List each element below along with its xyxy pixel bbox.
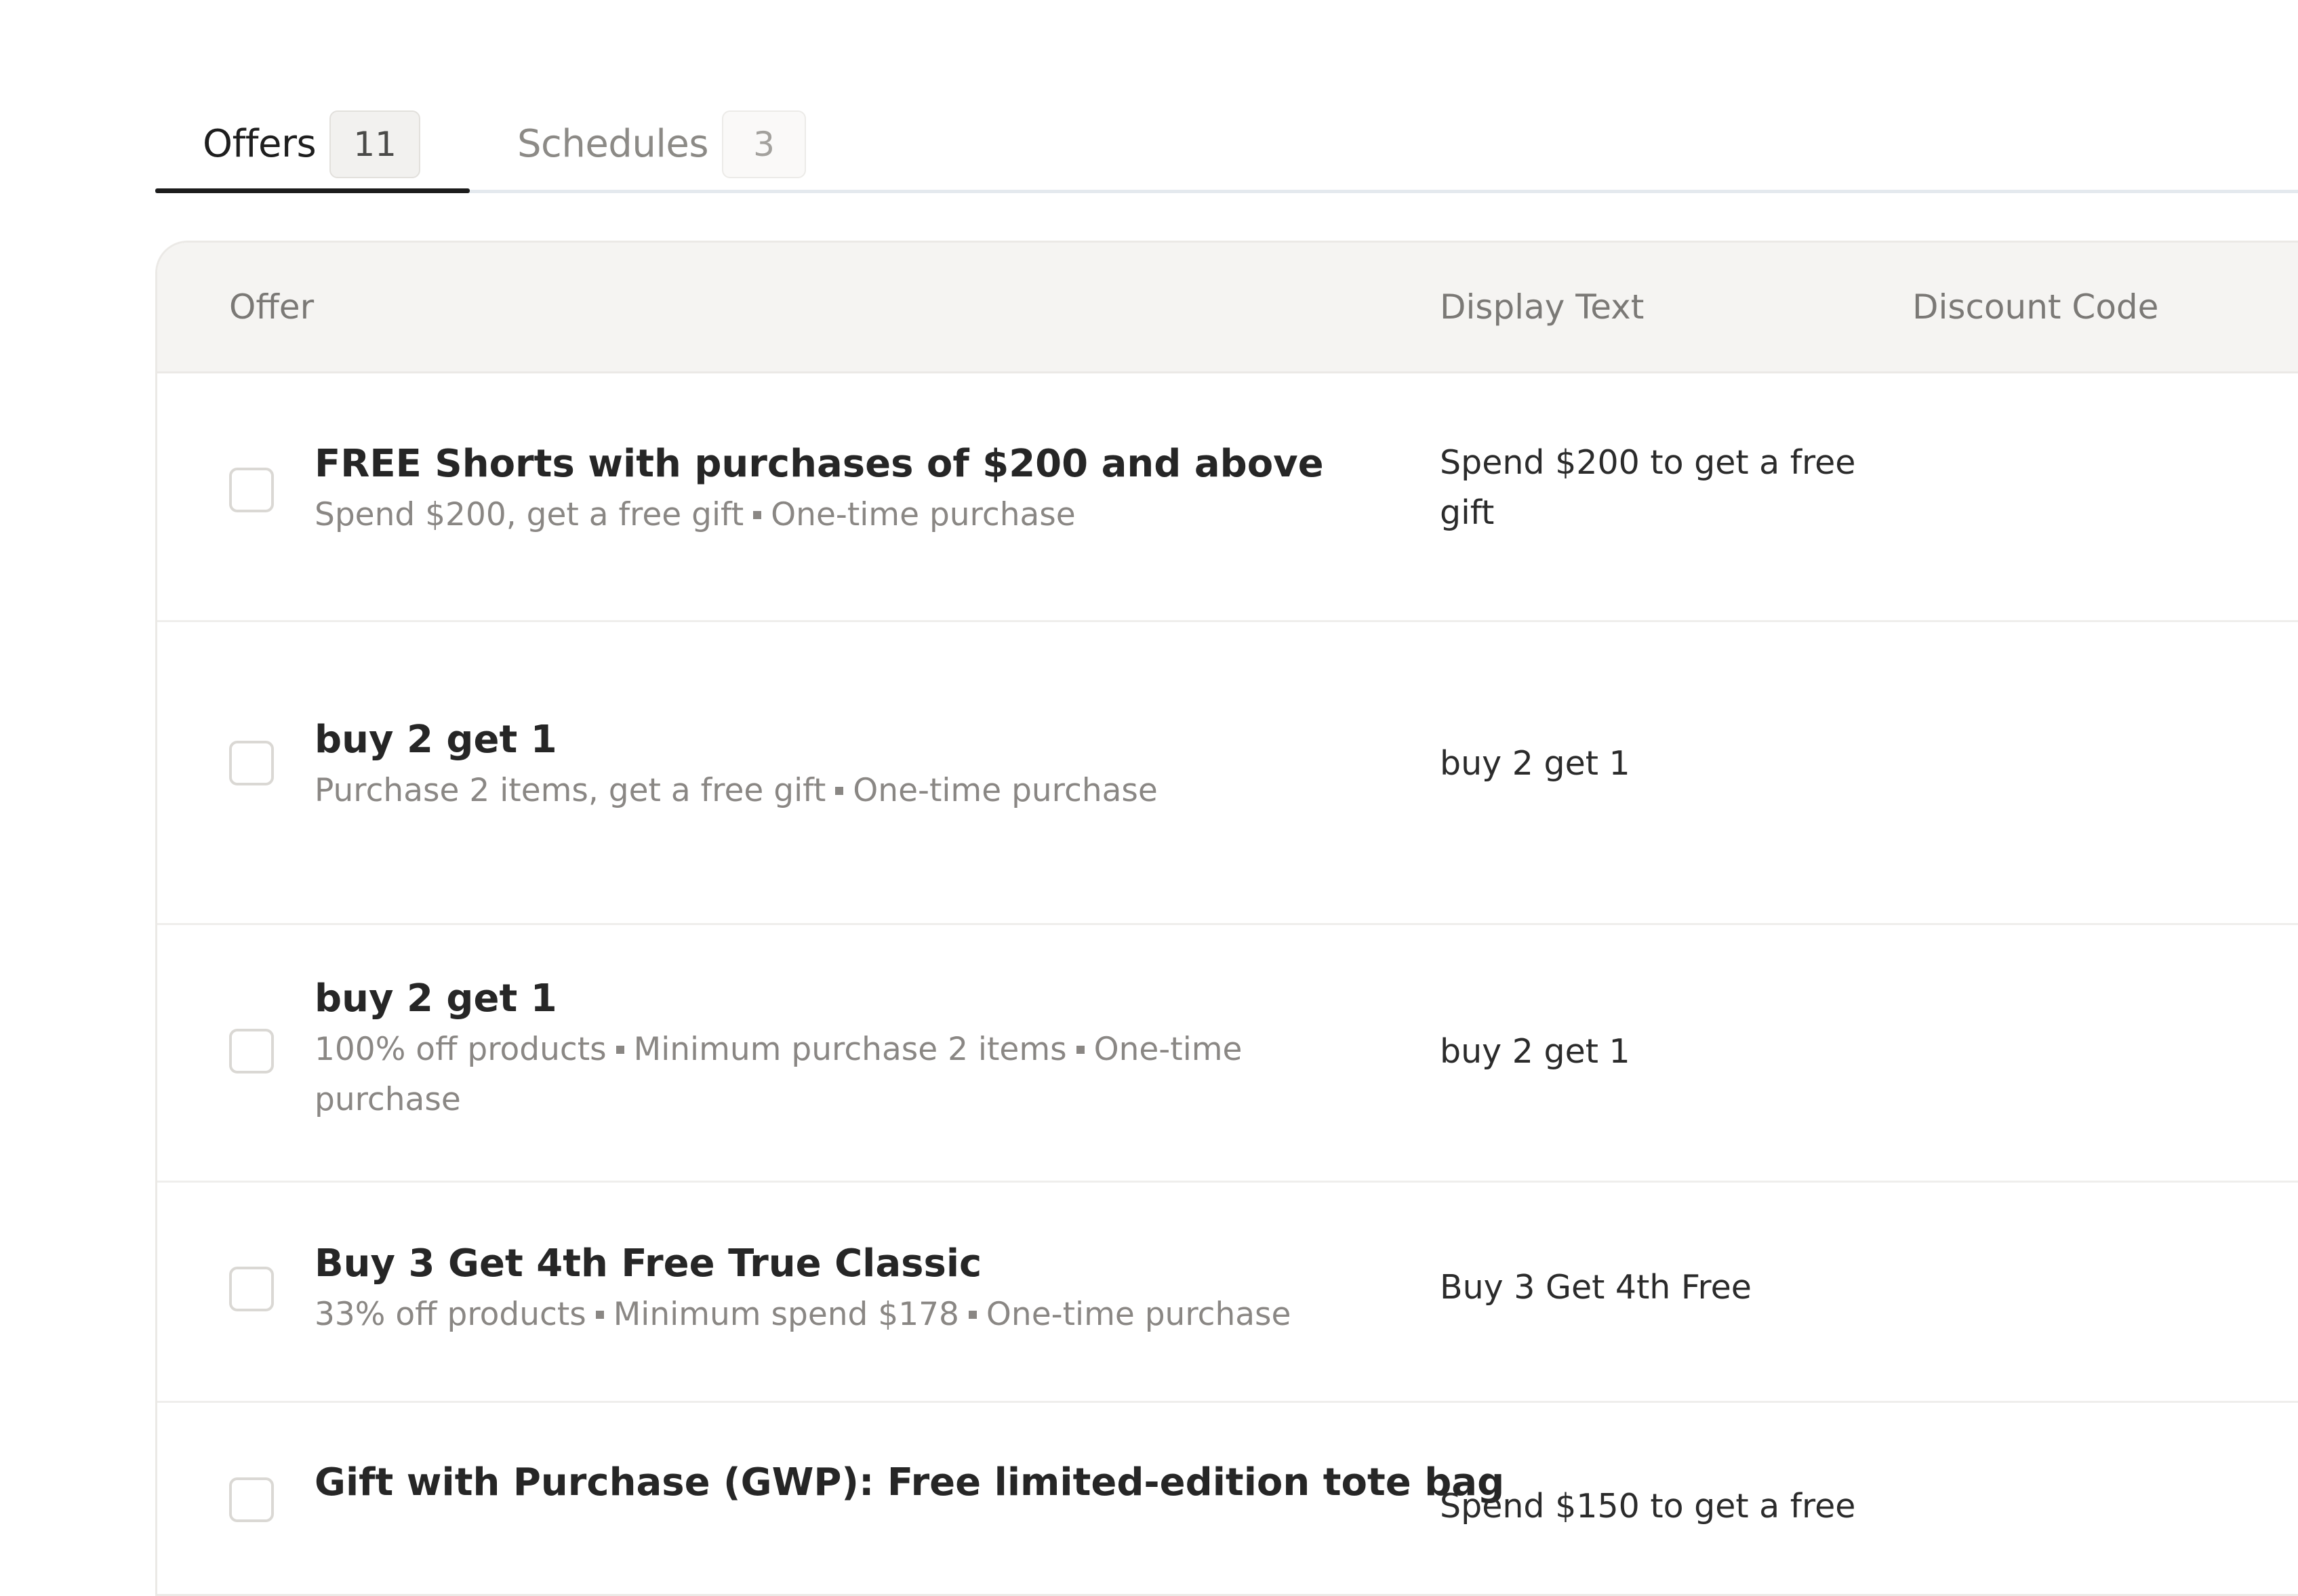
offers-table: Offer Display Text Discount Code FREE Sh… xyxy=(155,241,2298,1596)
offer-cell: Gift with Purchase (GWP): Free limited-e… xyxy=(315,1457,1504,1509)
offer-meta-item: One-time purchase xyxy=(771,496,1076,533)
offer-cell: FREE Shorts with purchases of $200 and a… xyxy=(315,438,1413,540)
table-row[interactable]: buy 2 get 1 100% off products Minimum pur… xyxy=(157,925,2298,1183)
meta-separator xyxy=(616,1045,624,1054)
offer-meta-item: Purchase 2 items, get a free gift xyxy=(315,772,826,809)
offer-cell: Buy 3 Get 4th Free True Classic 33% off … xyxy=(315,1238,1413,1340)
offer-meta: Spend $200, get a free gift One-time purc… xyxy=(315,490,1413,540)
tab-schedules-count-badge: 3 xyxy=(722,110,807,178)
table-row[interactable]: FREE Shorts with purchases of $200 and a… xyxy=(157,373,2298,622)
table-header: Offer Display Text Discount Code xyxy=(157,243,2298,373)
row-select-checkbox[interactable] xyxy=(229,741,274,785)
table-row[interactable]: buy 2 get 1 Purchase 2 items, get a free… xyxy=(157,622,2298,925)
meta-separator xyxy=(595,1310,604,1319)
row-select-checkbox[interactable] xyxy=(229,1267,274,1311)
offer-meta: Purchase 2 items, get a free gift One-tim… xyxy=(315,766,1413,816)
tab-schedules-label: Schedules xyxy=(517,122,709,166)
row-select-checkbox[interactable] xyxy=(229,1029,274,1073)
offer-meta-item: Minimum purchase 2 items xyxy=(633,1031,1067,1068)
offer-meta: 100% off products Minimum purchase 2 item… xyxy=(315,1025,1331,1125)
tab-offers[interactable]: Offers 11 xyxy=(155,95,470,193)
offer-meta-item: Minimum spend $178 xyxy=(613,1296,959,1333)
meta-separator xyxy=(1076,1045,1085,1054)
offer-meta-item: One-time purchase xyxy=(986,1296,1291,1333)
offer-cell: buy 2 get 1 Purchase 2 items, get a free… xyxy=(315,714,1413,816)
offer-title[interactable]: buy 2 get 1 xyxy=(315,973,1331,1025)
display-text-cell: buy 2 get 1 xyxy=(1440,1032,1630,1071)
display-text-cell: Buy 3 Get 4th Free xyxy=(1440,1268,1752,1307)
tab-offers-count-badge: 11 xyxy=(329,110,421,178)
offer-title[interactable]: FREE Shorts with purchases of $200 and a… xyxy=(315,438,1413,490)
row-select-checkbox[interactable] xyxy=(229,1477,274,1522)
display-text-cell: Spend $200 to get a free gift xyxy=(1440,443,1856,532)
meta-separator xyxy=(835,786,844,795)
tab-bar: Offers 11 Schedules 3 xyxy=(155,95,2298,193)
offer-title[interactable]: Buy 3 Get 4th Free True Classic xyxy=(315,1238,1413,1290)
meta-separator xyxy=(968,1310,977,1319)
offer-meta-item: 33% off products xyxy=(315,1296,586,1333)
offer-cell: buy 2 get 1 100% off products Minimum pur… xyxy=(315,973,1331,1125)
tab-schedules[interactable]: Schedules 3 xyxy=(517,95,836,193)
offer-meta-item: 100% off products xyxy=(315,1031,607,1068)
offer-meta: 33% off products Minimum spend $178 One-ti… xyxy=(315,1290,1413,1340)
active-tab-indicator xyxy=(155,188,470,193)
offer-title[interactable]: Gift with Purchase (GWP): Free limited-e… xyxy=(315,1457,1504,1509)
column-header-offer: Offer xyxy=(229,287,315,327)
offer-meta-item: Spend $200, get a free gift xyxy=(315,496,744,533)
meta-separator xyxy=(753,510,762,519)
column-header-discount-code: Discount Code xyxy=(1912,287,2159,327)
table-row[interactable]: Gift with Purchase (GWP): Free limited-e… xyxy=(157,1403,2298,1594)
display-text-cell: Spend $150 to get a free xyxy=(1440,1487,1856,1526)
tab-bar-divider xyxy=(155,190,2298,193)
offer-meta-item: One-time purchase xyxy=(853,772,1158,809)
display-text-cell: buy 2 get 1 xyxy=(1440,744,1630,783)
offer-title[interactable]: buy 2 get 1 xyxy=(315,714,1413,766)
table-row[interactable]: Buy 3 Get 4th Free True Classic 33% off … xyxy=(157,1183,2298,1403)
tab-offers-label: Offers xyxy=(203,122,317,166)
row-select-checkbox[interactable] xyxy=(229,468,274,512)
column-header-display-text: Display Text xyxy=(1440,287,1645,327)
